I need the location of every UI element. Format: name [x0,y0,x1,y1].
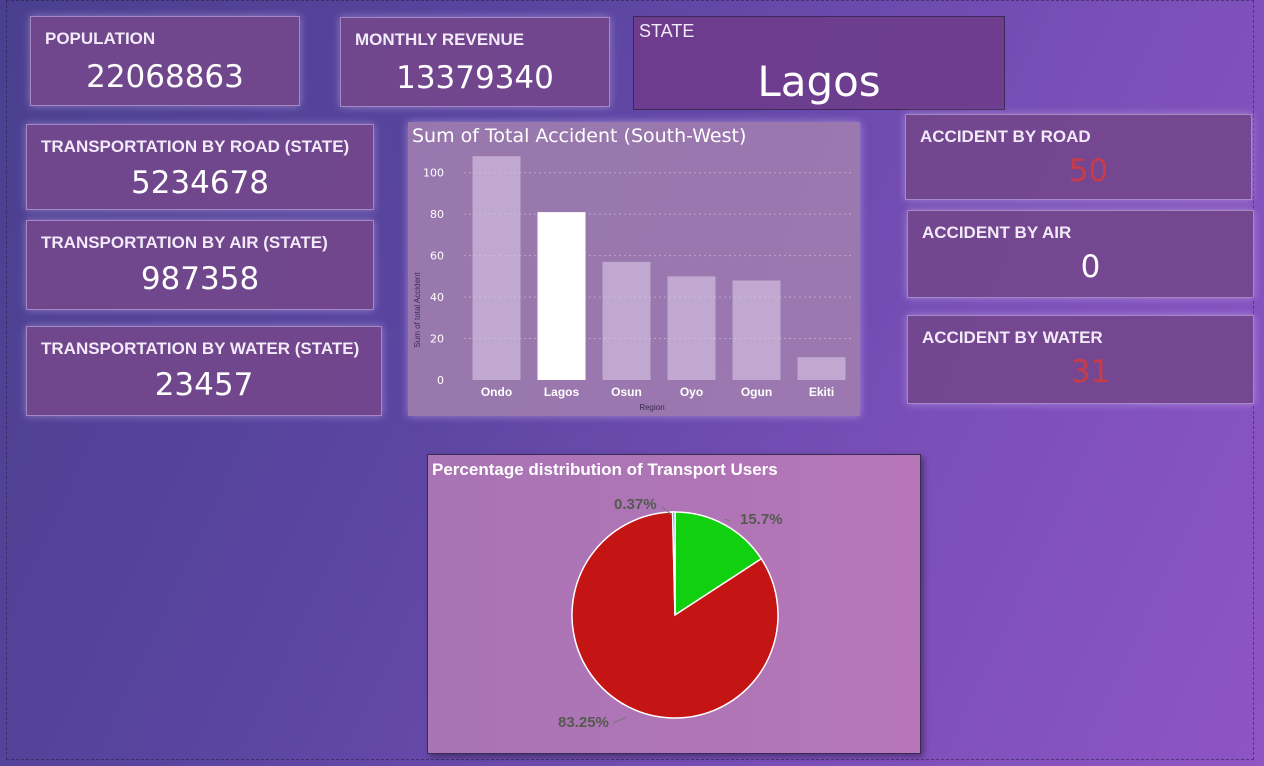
water-transport-value: 23457 [154,367,254,403]
bar-ytick-label: 80 [430,208,444,221]
road-transport-card[interactable]: TRANSPORTATION BY ROAD (STATE) 5234678 [26,124,374,210]
population-label: POPULATION [45,29,156,48]
bar-ytick-label: 20 [430,333,444,346]
bar-chart-title: Sum of Total Accident (South-West) [412,125,746,147]
accident-water-label: ACCIDENT BY WATER [922,328,1103,347]
bar-chart-ylabel: Sum of total Accident [413,272,422,348]
population-card[interactable]: POPULATION 22068863 [30,16,300,106]
monthly-revenue-label: MONTHLY REVENUE [355,30,525,49]
bar-category-label: Ogun [741,385,772,399]
pie-slice-label: 15.7% [740,511,783,528]
bar-ytick-label: 60 [430,250,444,263]
bar-ytick-label: 0 [437,374,444,387]
state-card[interactable]: STATE Lagos [633,16,1005,110]
bar-ogun[interactable] [732,280,781,380]
bar-ytick-label: 40 [430,291,444,304]
bar-category-label: Lagos [544,385,580,399]
state-label: STATE [639,21,695,41]
bar-osun[interactable] [602,261,651,380]
accident-bar-chart-panel[interactable]: Sum of Total Accident (South-West) 0 20 40… [408,122,860,416]
bar-category-label: Ondo [481,385,512,399]
accident-water-card[interactable]: ACCIDENT BY WATER 31 [907,315,1254,404]
monthly-revenue-value: 13379340 [396,60,554,96]
pie-slice-label: 83.25% [558,714,609,731]
bar-ondo[interactable] [472,156,521,380]
accident-bar-chart: Sum of Total Accident (South-West) 0 20 40… [412,125,854,412]
bar-category-label: Ekiti [809,385,834,399]
monthly-revenue-card[interactable]: MONTHLY REVENUE 13379340 [340,17,610,107]
state-value: Lagos [757,57,881,106]
accident-air-card[interactable]: ACCIDENT BY AIR 0 [907,210,1254,298]
bar-ytick-label: 100 [423,167,444,180]
pie-chart-title: Percentage distribution of Transport Use… [432,460,778,479]
road-transport-value: 5234678 [130,165,270,201]
water-transport-card[interactable]: TRANSPORTATION BY WATER (STATE) 23457 [26,326,382,416]
bar-category-label: Oyo [680,385,703,399]
accident-road-label: ACCIDENT BY ROAD [920,127,1091,146]
air-transport-value: 987358 [140,261,260,297]
accident-road-value: 50 [1068,153,1109,189]
water-transport-label: TRANSPORTATION BY WATER (STATE) [41,339,360,358]
bar-category-label: Osun [611,385,642,399]
transport-pie-chart-panel[interactable]: Percentage distribution of Transport Use… [427,454,921,754]
bar-chart-xlabel: Region [639,403,664,412]
air-transport-card[interactable]: TRANSPORTATION BY AIR (STATE) 987358 [26,220,374,310]
bar-oyo[interactable] [667,276,716,380]
accident-road-card[interactable]: ACCIDENT BY ROAD 50 [905,114,1252,200]
air-transport-label: TRANSPORTATION BY AIR (STATE) [41,233,328,252]
accident-water-value: 31 [1070,354,1111,390]
transport-pie-chart: Percentage distribution of Transport Use… [432,460,783,731]
pie-slice-label: 0.37% [614,496,657,513]
bar-ekiti[interactable] [797,357,846,380]
pie-leader-line [723,518,731,522]
accident-air-label: ACCIDENT BY AIR [922,223,1072,242]
bar-lagos[interactable] [537,212,586,380]
population-value: 22068863 [86,59,244,95]
pie-leader-line [613,716,627,724]
road-transport-label: TRANSPORTATION BY ROAD (STATE) [41,137,350,156]
accident-air-value: 0 [1080,249,1101,285]
